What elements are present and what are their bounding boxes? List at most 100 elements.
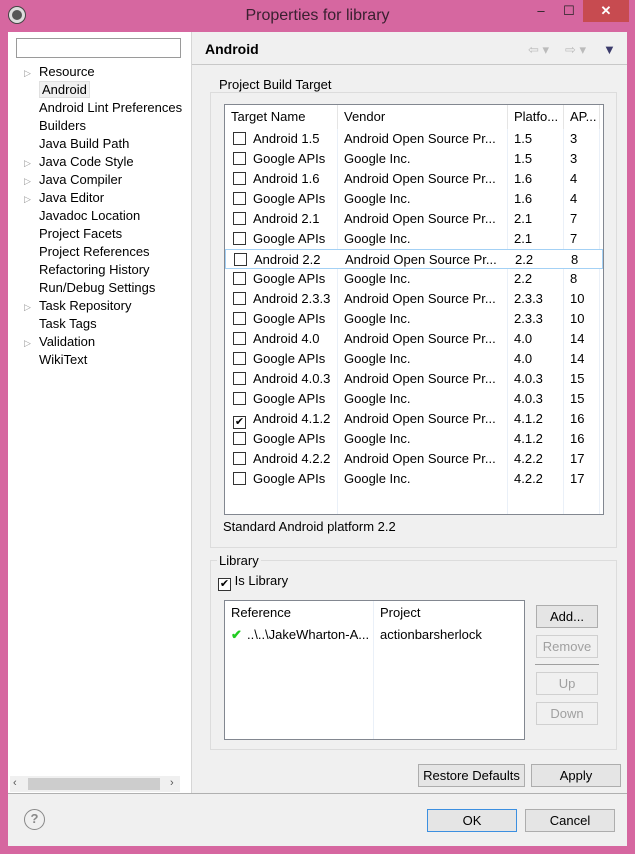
vendor-cell: Google Inc. <box>344 431 411 446</box>
sidebar-item[interactable]: Project Facets <box>24 225 122 243</box>
down-button[interactable]: Down <box>536 702 598 725</box>
sidebar-item[interactable]: ▷ Java Code Style <box>24 153 134 171</box>
target-checkbox[interactable] <box>233 232 246 245</box>
table-row[interactable]: Android 4.0 Android Open Source Pr... 4.0 1… <box>225 329 603 349</box>
restore-defaults-button[interactable]: Restore Defaults <box>418 764 525 787</box>
table-row[interactable]: Android 4.0.3 Android Open Source Pr... 4.… <box>225 369 603 389</box>
close-button[interactable]: ✕ <box>583 0 629 22</box>
table-row[interactable]: Android 1.6 Android Open Source Pr... 1.6 4 <box>225 169 603 189</box>
build-target-table: Target Name Vendor Platfo... AP... Andro… <box>224 104 604 515</box>
target-checkbox[interactable] <box>233 372 246 385</box>
expand-arrow-icon[interactable]: ▷ <box>24 64 39 82</box>
sidebar-item-label: Java Compiler <box>39 172 123 187</box>
sidebar-item[interactable]: ▷ Validation <box>24 333 95 351</box>
target-checkbox[interactable] <box>233 192 246 205</box>
sidebar-item[interactable]: Run/Debug Settings <box>24 279 155 297</box>
target-checkbox[interactable] <box>233 272 246 285</box>
sidebar-item[interactable]: Builders <box>24 117 86 135</box>
sidebar-item-label: Project Facets <box>39 226 123 241</box>
table-row[interactable]: ✔ Android 4.1.2 Android Open Source Pr... 4… <box>225 409 603 429</box>
target-checkbox[interactable] <box>234 253 247 266</box>
sidebar-item[interactable]: ▷ Task Repository <box>24 297 131 315</box>
sidebar-item[interactable]: ▷ Java Editor <box>24 189 104 207</box>
add-button[interactable]: Add... <box>536 605 598 628</box>
platform-cell: 2.3.3 <box>514 291 543 306</box>
scroll-right-icon[interactable]: › <box>170 777 174 789</box>
column-header[interactable]: Reference <box>225 601 374 625</box>
table-row[interactable]: Android 4.2.2 Android Open Source Pr... 4.… <box>225 449 603 469</box>
column-header[interactable]: AP... <box>564 105 600 129</box>
maximize-button[interactable]: ☐ <box>555 0 583 22</box>
api-cell: 17 <box>570 451 585 466</box>
table-row[interactable]: Google APIs Google Inc. 1.5 3 <box>225 149 603 169</box>
sidebar-item[interactable]: Javadoc Location <box>24 207 140 225</box>
sidebar-item[interactable]: Java Build Path <box>24 135 129 153</box>
table-row[interactable]: Google APIs Google Inc. 2.2 8 <box>225 269 603 289</box>
table-row[interactable]: Android 2.3.3 Android Open Source Pr... 2.… <box>225 289 603 309</box>
expand-arrow-icon[interactable]: ▷ <box>24 298 39 316</box>
column-header[interactable]: Platfo... <box>508 105 564 129</box>
is-library-checkbox[interactable]: ✔ Is Library <box>218 573 288 591</box>
table-row[interactable]: Android 2.1 Android Open Source Pr... 2.1 7 <box>225 209 603 229</box>
help-icon[interactable]: ? <box>24 809 45 830</box>
table-row[interactable]: Google APIs Google Inc. 4.0 14 <box>225 349 603 369</box>
minimize-button[interactable]: ‒ <box>527 0 555 22</box>
target-checkbox[interactable] <box>233 352 246 365</box>
table-row[interactable]: Google APIs Google Inc. 4.2.2 17 <box>225 469 603 489</box>
table-row[interactable]: Google APIs Google Inc. 4.0.3 15 <box>225 389 603 409</box>
cancel-button[interactable]: Cancel <box>525 809 615 832</box>
table-row[interactable]: Google APIs Google Inc. 2.1 7 <box>225 229 603 249</box>
table-row[interactable]: Android 2.2 Android Open Source Pr... 2.2 8 <box>225 249 603 269</box>
target-checkbox[interactable] <box>233 432 246 445</box>
up-button[interactable]: Up <box>536 672 598 695</box>
target-checkbox[interactable] <box>233 172 246 185</box>
vendor-cell: Google Inc. <box>344 471 411 486</box>
sidebar-item[interactable]: Refactoring History <box>24 261 150 279</box>
expand-arrow-icon[interactable]: ▷ <box>24 334 39 352</box>
target-checkbox[interactable] <box>233 452 246 465</box>
sidebar-item[interactable]: Android <box>24 81 90 99</box>
sidebar-item[interactable]: Android Lint Preferences <box>24 99 182 117</box>
library-label: Library <box>217 553 261 568</box>
vendor-cell: Google Inc. <box>344 391 411 406</box>
sidebar-item[interactable]: Project References <box>24 243 150 261</box>
scroll-left-icon[interactable]: ‹ <box>13 777 17 789</box>
remove-button[interactable]: Remove <box>536 635 598 658</box>
menu-dropdown-icon[interactable]: ▼ <box>603 42 616 57</box>
target-checkbox[interactable] <box>233 392 246 405</box>
platform-cell: 1.6 <box>514 171 533 186</box>
table-row[interactable]: Google APIs Google Inc. 4.1.2 16 <box>225 429 603 449</box>
target-checkbox[interactable] <box>233 212 246 225</box>
forward-arrow-icon[interactable]: ⇨ ▾ <box>565 42 586 58</box>
expand-arrow-icon[interactable]: ▷ <box>24 172 39 190</box>
target-checkbox[interactable] <box>233 152 246 165</box>
target-checkbox[interactable] <box>233 292 246 305</box>
target-name-cell: Google APIs <box>253 431 326 446</box>
target-checkbox[interactable]: ✔ <box>233 416 246 429</box>
target-checkbox[interactable] <box>233 132 246 145</box>
sidebar-item[interactable]: Task Tags <box>24 315 97 333</box>
library-reference-table: Reference Project ✔ ..\..\JakeWharton-A.… <box>224 600 525 740</box>
target-checkbox[interactable] <box>233 472 246 485</box>
expand-arrow-icon[interactable]: ▷ <box>24 154 39 172</box>
back-arrow-icon[interactable]: ⇦ ▾ <box>528 42 549 58</box>
target-checkbox[interactable] <box>233 312 246 325</box>
apply-button[interactable]: Apply <box>531 764 621 787</box>
table-row[interactable]: Android 1.5 Android Open Source Pr... 1.5 3 <box>225 129 603 149</box>
vendor-cell: Android Open Source Pr... <box>345 252 497 267</box>
column-header[interactable]: Vendor <box>338 105 508 129</box>
ok-button[interactable]: OK <box>427 809 517 832</box>
table-row[interactable]: Google APIs Google Inc. 2.3.3 10 <box>225 309 603 329</box>
column-header[interactable]: Project <box>374 601 524 625</box>
api-cell: 3 <box>570 131 578 146</box>
table-row[interactable]: Google APIs Google Inc. 1.6 4 <box>225 189 603 209</box>
expand-arrow-icon[interactable]: ▷ <box>24 190 39 208</box>
checkmark-icon[interactable]: ✔ <box>218 578 231 591</box>
scrollbar-thumb[interactable] <box>28 778 160 790</box>
column-header[interactable]: Target Name <box>225 105 338 129</box>
sidebar-item[interactable]: ▷ Java Compiler <box>24 171 122 189</box>
sidebar-item[interactable]: ▷ Resource <box>24 63 95 81</box>
sidebar-item[interactable]: WikiText <box>24 351 87 369</box>
filter-input[interactable] <box>16 38 181 58</box>
target-checkbox[interactable] <box>233 332 246 345</box>
